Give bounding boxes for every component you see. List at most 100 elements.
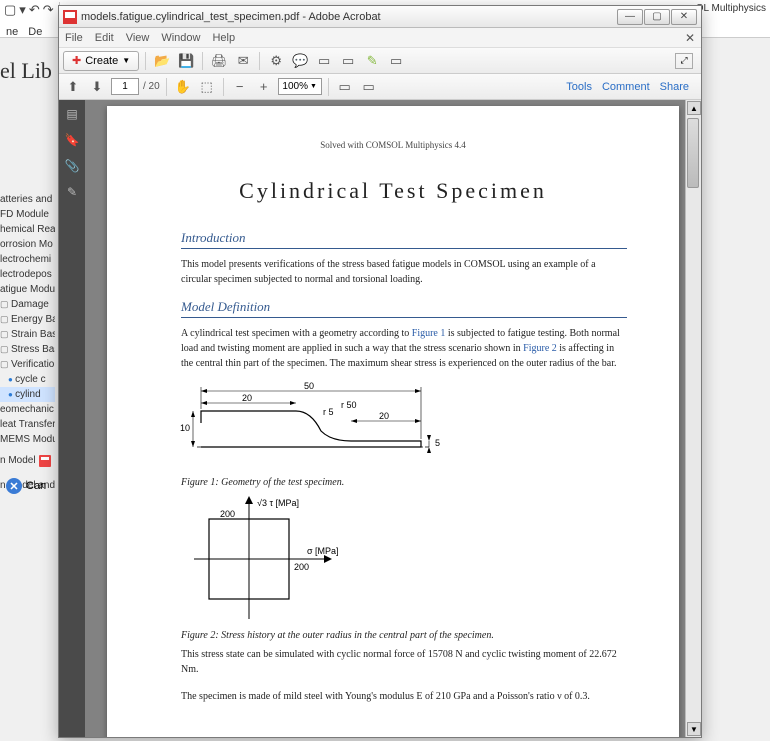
cancel-label: Can	[26, 480, 46, 492]
host-menu-item[interactable]: ne	[6, 26, 18, 38]
svg-text:200: 200	[220, 509, 235, 519]
scroll-down-icon[interactable]: ▼	[687, 722, 701, 736]
svg-text:10: 10	[180, 423, 190, 433]
section-heading: Introduction	[181, 230, 627, 249]
doc-close-icon[interactable]: ✕	[685, 31, 695, 45]
create-button[interactable]: ✚Create▼	[63, 51, 139, 71]
tools-link[interactable]: Tools	[566, 81, 592, 93]
page-number-input[interactable]	[111, 78, 139, 95]
page-up-icon[interactable]: ⬆	[63, 77, 83, 97]
minimize-button[interactable]: —	[617, 9, 643, 25]
cancel-icon: ✕	[6, 478, 22, 494]
menu-file[interactable]: File	[65, 32, 83, 44]
tree-item[interactable]: lectrochemi	[0, 252, 55, 267]
svg-text:r 50: r 50	[341, 400, 357, 410]
zoom-out-icon[interactable]: −	[230, 77, 250, 97]
tree-item[interactable]: Damage	[0, 297, 55, 312]
window-title: models.fatigue.cylindrical_test_specimen…	[81, 11, 381, 23]
close-button[interactable]: ✕	[671, 9, 697, 25]
host-panel-title: el Lib	[0, 58, 52, 84]
gear-icon[interactable]: ⚙	[266, 51, 286, 71]
maximize-button[interactable]: ▢	[644, 9, 670, 25]
toolbar-main: ✚Create▼ 📂 💾 🖨 ✉ ⚙ 💬 ▭ ▭ ✎ ▭ ⤢	[59, 48, 701, 74]
tree-item[interactable]: Stress Bas	[0, 342, 55, 357]
definition-text: A cylindrical test specimen with a geome…	[181, 326, 627, 371]
intro-text: This model presents verifications of the…	[181, 257, 627, 287]
figure-1-diagram: 50 20 r 5 r 50 20	[181, 383, 441, 471]
tree-item[interactable]: lectrodepos	[0, 267, 55, 282]
tree-item[interactable]: hemical Rea	[0, 222, 55, 237]
open-model-row[interactable]: n Model	[0, 453, 55, 468]
page-down-icon[interactable]: ⬇	[87, 77, 107, 97]
svg-text:r 5: r 5	[323, 407, 334, 417]
zoom-level[interactable]: 100%▼	[278, 78, 322, 95]
svg-text:√3 τ [MPa]: √3 τ [MPa]	[257, 498, 299, 508]
para-3: This stress state can be simulated with …	[181, 647, 627, 677]
save-icon[interactable]: 💾	[176, 51, 196, 71]
tree-item[interactable]: atteries and	[0, 192, 55, 207]
nav-pane: ▤ 🔖 📎 ✎	[59, 100, 85, 737]
vertical-scrollbar[interactable]: ▲ ▼	[685, 100, 701, 737]
tree-item[interactable]: cycle c	[0, 372, 55, 387]
tree-item[interactable]: eomechanic	[0, 402, 55, 417]
tree-item[interactable]: Verificatio	[0, 357, 55, 372]
pdf-icon	[39, 455, 51, 467]
host-menu-item[interactable]: De	[28, 26, 42, 38]
undo-icon[interactable]: ↶	[29, 2, 40, 18]
zoom-value: 100%	[282, 81, 308, 92]
page-area[interactable]: Solved with COMSOL Multiphysics 4.4 Cyli…	[85, 100, 701, 737]
print-icon[interactable]: 🖨	[209, 51, 229, 71]
open-icon[interactable]: 📂	[152, 51, 172, 71]
hand-icon[interactable]: ✋	[173, 77, 193, 97]
scroll-up-icon[interactable]: ▲	[687, 101, 701, 115]
thumbnails-icon[interactable]: ▤	[64, 106, 80, 122]
tool-icon[interactable]: ▭	[314, 51, 334, 71]
tool-icon[interactable]: ▭	[386, 51, 406, 71]
toolbar-nav: ⬆ ⬇ / 20 ✋ ⬚ − + 100%▼ ▭ ▭ Tools Comment…	[59, 74, 701, 100]
host-tree[interactable]: atteries and FD Module hemical Rea orros…	[0, 192, 55, 493]
menubar: File Edit View Window Help ✕	[59, 28, 701, 48]
figure-link[interactable]: Figure 2	[523, 343, 557, 354]
signatures-icon[interactable]: ✎	[64, 184, 80, 200]
redo-icon[interactable]: ↷	[43, 2, 54, 18]
comment-link[interactable]: Comment	[602, 81, 650, 93]
doc-title: Cylindrical Test Specimen	[159, 178, 627, 204]
scroll-thumb[interactable]	[687, 118, 699, 188]
svg-text:50: 50	[304, 381, 314, 391]
figure-link[interactable]: Figure 1	[412, 328, 446, 339]
figure-2-diagram: √3 τ [MPa] σ [MPa] 200 200	[189, 494, 349, 624]
attachments-icon[interactable]: 📎	[64, 158, 80, 174]
sign-icon[interactable]: ✎	[362, 51, 382, 71]
tree-item[interactable]: Strain Bas	[0, 327, 55, 342]
create-label: Create	[85, 55, 118, 67]
menu-view[interactable]: View	[126, 32, 150, 44]
tree-item-selected[interactable]: cylind	[0, 387, 55, 402]
titlebar[interactable]: models.fatigue.cylindrical_test_specimen…	[59, 6, 701, 28]
tool-icon[interactable]: ▭	[359, 77, 379, 97]
menu-help[interactable]: Help	[212, 32, 235, 44]
select-icon[interactable]: ⬚	[197, 77, 217, 97]
svg-text:σ [MPa]: σ [MPa]	[307, 546, 339, 556]
tool-icon[interactable]: ▭	[335, 77, 355, 97]
host-menu-fragment: ne De	[0, 24, 48, 40]
comment-icon[interactable]: 💬	[290, 51, 310, 71]
open-model-label: n Model	[0, 453, 36, 468]
tree-item[interactable]: MEMS Modul	[0, 432, 55, 447]
menu-window[interactable]: Window	[161, 32, 200, 44]
svg-text:200: 200	[294, 562, 309, 572]
bookmarks-icon[interactable]: 🔖	[64, 132, 80, 148]
tool-icon[interactable]: ▭	[338, 51, 358, 71]
page-total: / 20	[143, 81, 160, 92]
menu-edit[interactable]: Edit	[95, 32, 114, 44]
share-link[interactable]: Share	[660, 81, 689, 93]
tree-item[interactable]: atigue Modu	[0, 282, 55, 297]
email-icon[interactable]: ✉	[233, 51, 253, 71]
tree-item[interactable]: FD Module	[0, 207, 55, 222]
tree-item[interactable]: orrosion Mo	[0, 237, 55, 252]
text: A cylindrical test specimen with a geome…	[181, 328, 412, 339]
zoom-in-icon[interactable]: +	[254, 77, 274, 97]
tree-item[interactable]: leat Transfer	[0, 417, 55, 432]
expand-icon[interactable]: ⤢	[675, 53, 693, 69]
tree-item[interactable]: Energy Ba	[0, 312, 55, 327]
cancel-row[interactable]: ✕ Can	[6, 478, 46, 494]
